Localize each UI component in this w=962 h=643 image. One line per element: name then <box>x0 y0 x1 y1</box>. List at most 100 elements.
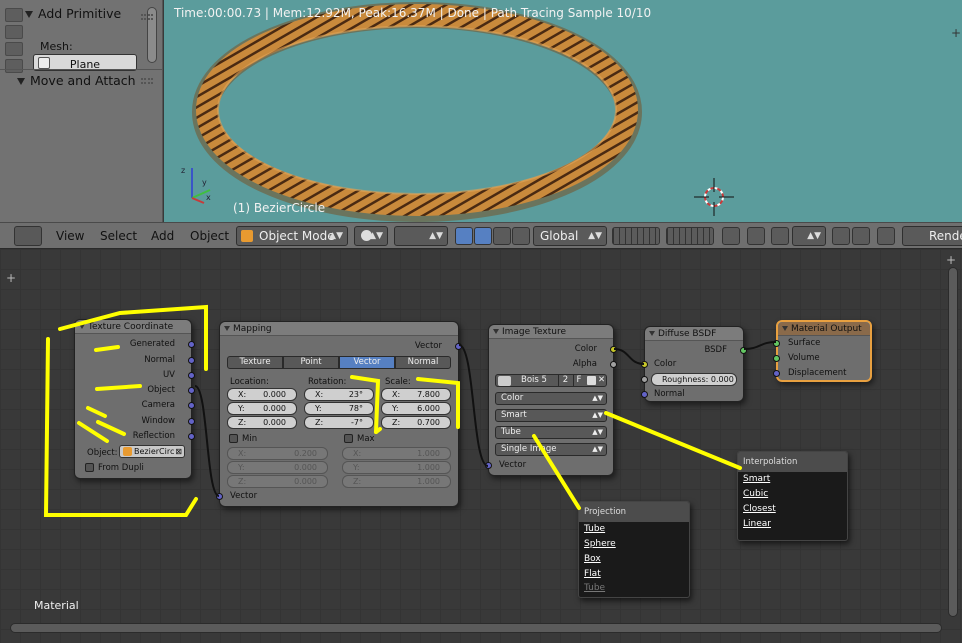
pause-icon[interactable] <box>877 227 895 245</box>
socket-normal[interactable] <box>188 357 195 364</box>
socket-alpha-out[interactable] <box>610 361 617 368</box>
render-engine-dropdown[interactable]: Render <box>902 226 962 246</box>
image-browse-icon[interactable] <box>498 376 511 386</box>
socket-surface-in[interactable] <box>773 340 780 347</box>
min-y-field[interactable]: Y: 0.000 <box>227 461 328 474</box>
unlink-x-icon[interactable]: ✕ <box>598 375 605 385</box>
projection-option-box[interactable]: Box <box>579 552 689 567</box>
socket-window[interactable] <box>188 418 195 425</box>
vertical-scrollbar[interactable] <box>948 267 958 617</box>
scale-manipulator-icon[interactable] <box>512 227 530 245</box>
add-primitive-header[interactable]: Add Primitive <box>25 6 121 21</box>
add-menu[interactable]: Add <box>151 229 174 243</box>
snap-element-dropdown[interactable]: ▲▼ <box>792 226 826 246</box>
rotate-manipulator-icon[interactable] <box>493 227 511 245</box>
color-space-dropdown[interactable]: Color ▲▼ <box>495 392 607 405</box>
socket-image-vector-in[interactable] <box>485 462 492 469</box>
tool-shelf-tabs[interactable] <box>5 8 23 76</box>
rotation-y-field[interactable]: Y: 78° <box>304 402 374 415</box>
pivot-dropdown[interactable]: ▲▼ <box>394 226 448 246</box>
location-y-field[interactable]: Y: 0.000 <box>227 402 297 415</box>
projection-option-flat[interactable]: Flat <box>579 567 689 582</box>
editor-type-button[interactable] <box>14 226 42 246</box>
scale-y-field[interactable]: Y: 6.000 <box>381 402 451 415</box>
layers-grid-2[interactable] <box>666 227 714 245</box>
expand-plus-icon[interactable]: + <box>6 271 16 285</box>
proportional-edit-icon[interactable] <box>747 227 765 245</box>
socket-color-out[interactable] <box>610 346 617 353</box>
move-and-attach-header[interactable]: Move and Attach <box>17 73 136 88</box>
socket-displacement-in[interactable] <box>773 370 780 377</box>
horizontal-scrollbar[interactable] <box>10 623 942 633</box>
open-folder-icon[interactable] <box>587 376 596 385</box>
node-editor[interactable]: + Texture Coordinate Generated Normal UV… <box>0 249 962 643</box>
socket-reflection[interactable] <box>188 433 195 440</box>
scale-z-field[interactable]: Z: 0.700 <box>381 416 451 429</box>
render-animation-icon[interactable] <box>852 227 870 245</box>
tab-texture[interactable]: Texture <box>227 356 283 369</box>
max-z-field[interactable]: Z: 1.000 <box>342 475 451 488</box>
socket-uv[interactable] <box>188 372 195 379</box>
object-menu[interactable]: Object <box>190 229 229 243</box>
clear-x-icon[interactable]: ⊠ <box>175 446 182 457</box>
drag-grip-icon[interactable] <box>141 14 153 20</box>
lock-layers-icon[interactable] <box>722 227 740 245</box>
extension-dropdown[interactable]: Single Image ▲▼ <box>495 443 607 456</box>
location-z-field[interactable]: Z: 0.000 <box>227 416 297 429</box>
node-diffuse-bsdf[interactable]: Diffuse BSDF BSDF Color Roughness: 0.000… <box>641 326 747 402</box>
snap-toggle-icon[interactable] <box>771 227 789 245</box>
socket-mapping-out[interactable] <box>455 343 462 350</box>
rotation-z-field[interactable]: Z: -7° <box>304 416 374 429</box>
interpolation-option-cubic[interactable]: Cubic <box>738 487 847 502</box>
socket-camera[interactable] <box>188 402 195 409</box>
tab-point[interactable]: Point <box>283 356 339 369</box>
node-material-output[interactable]: Material Output Surface Volume Displacem… <box>773 320 872 382</box>
projection-option-tube[interactable]: Tube <box>579 522 689 537</box>
shading-dropdown[interactable]: ▲▼ <box>354 226 388 246</box>
socket-mapping-in[interactable] <box>216 493 223 500</box>
rotation-x-field[interactable]: X: 23° <box>304 388 374 401</box>
min-checkbox[interactable] <box>229 434 238 443</box>
expand-plus-icon[interactable]: + <box>951 26 961 40</box>
interpolation-option-closest[interactable]: Closest <box>738 502 847 517</box>
view-menu[interactable]: View <box>56 229 84 243</box>
object-field[interactable]: BezierCirc ⊠ <box>119 445 185 458</box>
interpolation-dropdown[interactable]: Smart ▲▼ <box>495 409 607 422</box>
tab-vector[interactable]: Vector <box>339 356 395 369</box>
render-still-icon[interactable] <box>832 227 850 245</box>
socket-volume-in[interactable] <box>773 355 780 362</box>
max-checkbox[interactable] <box>344 434 353 443</box>
projection-dropdown[interactable]: Tube ▲▼ <box>495 426 607 439</box>
expand-plus-icon[interactable]: + <box>946 253 956 267</box>
node-mapping[interactable]: Mapping Vector Texture Point Vector Norm… <box>216 321 462 507</box>
max-x-field[interactable]: X: 1.000 <box>342 447 451 460</box>
tab-normal[interactable]: Normal <box>395 356 451 369</box>
socket-diffuse-color-in[interactable] <box>641 361 648 368</box>
socket-bsdf-out[interactable] <box>740 347 747 354</box>
3d-viewport[interactable]: Time:00:00.73 | Mem:12.92M, Peak:16.37M … <box>164 0 962 222</box>
image-selector[interactable]: Bois 5 2 F ✕ <box>495 374 607 387</box>
from-dupli-checkbox[interactable] <box>85 463 94 472</box>
location-x-field[interactable]: X: 0.000 <box>227 388 297 401</box>
interpolation-option-linear[interactable]: Linear <box>738 517 847 532</box>
manipulator-toggle-icon[interactable] <box>455 227 473 245</box>
socket-normal-in[interactable] <box>641 391 648 398</box>
min-z-field[interactable]: Z: 0.000 <box>227 475 328 488</box>
fake-user-button[interactable]: F <box>573 375 584 386</box>
orientation-dropdown[interactable]: Global ▲▼ <box>533 226 607 246</box>
layers-grid[interactable] <box>612 227 660 245</box>
select-menu[interactable]: Select <box>100 229 137 243</box>
node-image-texture[interactable]: Image Texture Color Alpha Bois 5 2 F ✕ C… <box>485 324 617 476</box>
roughness-field[interactable]: Roughness: 0.000 <box>651 373 737 386</box>
max-y-field[interactable]: Y: 1.000 <box>342 461 451 474</box>
scale-x-field[interactable]: X: 7.800 <box>381 388 451 401</box>
translate-manipulator-icon[interactable] <box>474 227 492 245</box>
drag-grip-icon[interactable] <box>141 78 153 84</box>
min-x-field[interactable]: X: 0.200 <box>227 447 328 460</box>
mode-dropdown[interactable]: Object Mode ▲▼ <box>236 226 348 246</box>
socket-object[interactable] <box>188 387 195 394</box>
node-texture-coordinate[interactable]: Texture Coordinate Generated Normal UV O… <box>74 319 195 479</box>
image-name[interactable]: Bois 5 <box>521 375 547 385</box>
socket-generated[interactable] <box>188 341 195 348</box>
socket-roughness-in[interactable] <box>641 376 648 383</box>
